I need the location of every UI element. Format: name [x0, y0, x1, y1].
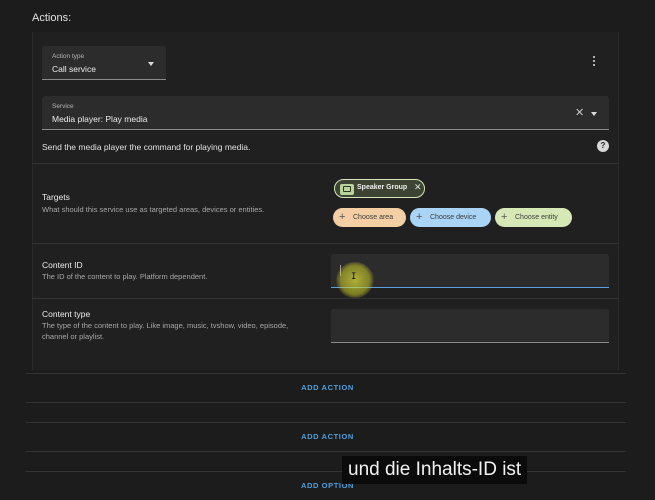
- choose-area-label: Choose area: [353, 214, 394, 221]
- content-type-input[interactable]: [331, 309, 609, 343]
- add-action-button-1[interactable]: ADD ACTION: [0, 383, 655, 392]
- service-description: Send the media player the command for pl…: [42, 142, 251, 152]
- chevron-down-icon[interactable]: [591, 112, 597, 116]
- target-chip-speaker-group[interactable]: Speaker Group ✕: [334, 179, 425, 198]
- section-border: [26, 451, 626, 452]
- section-border: [26, 422, 626, 423]
- actions-heading: Actions:: [32, 12, 72, 24]
- ibeam-cursor-icon: I: [351, 272, 357, 282]
- targets-subtitle: What should this service use as targeted…: [42, 205, 265, 214]
- more-vert-icon[interactable]: [592, 56, 596, 68]
- content-type-subtitle: The type of the content to play. Like im…: [42, 321, 289, 341]
- action-type-label: Action type: [52, 53, 85, 60]
- choose-device-label: Choose device: [430, 214, 477, 221]
- plus-icon: +: [339, 211, 346, 223]
- choose-entity-label: Choose entity: [515, 214, 558, 221]
- close-icon[interactable]: ✕: [575, 108, 584, 119]
- chip-label: Speaker Group: [357, 184, 408, 191]
- divider: [32, 298, 619, 299]
- card-bottom-border: [26, 373, 626, 374]
- action-type-value: Call service: [52, 64, 96, 74]
- close-icon[interactable]: ✕: [414, 182, 422, 193]
- targets-title: Targets: [42, 192, 70, 202]
- choose-device-button[interactable]: + Choose device: [410, 208, 491, 227]
- plus-icon: +: [416, 211, 423, 223]
- chevron-down-icon: [148, 62, 154, 66]
- action-type-select[interactable]: Action type Call service: [42, 46, 166, 80]
- content-id-title: Content ID: [42, 260, 83, 270]
- service-select[interactable]: Service Media player: Play media: [42, 96, 609, 130]
- help-icon[interactable]: ?: [597, 140, 609, 152]
- content-type-title: Content type: [42, 309, 91, 319]
- plus-icon: +: [501, 211, 508, 223]
- divider: [32, 163, 619, 164]
- section-border: [26, 402, 626, 403]
- content-id-subtitle: The ID of the content to play. Platform …: [42, 272, 208, 281]
- video-subtitle-caption: und die Inhalts-ID ist: [342, 456, 528, 484]
- service-label: Service: [52, 103, 74, 110]
- choose-area-button[interactable]: + Choose area: [333, 208, 406, 227]
- section-border: [26, 471, 626, 472]
- cast-icon: [340, 184, 354, 195]
- choose-entity-button[interactable]: + Choose entity: [495, 208, 572, 227]
- divider: [32, 243, 619, 244]
- service-value: Media player: Play media: [52, 114, 148, 124]
- add-option-button[interactable]: ADD OPTION: [0, 481, 655, 490]
- add-action-button-2[interactable]: ADD ACTION: [0, 432, 655, 441]
